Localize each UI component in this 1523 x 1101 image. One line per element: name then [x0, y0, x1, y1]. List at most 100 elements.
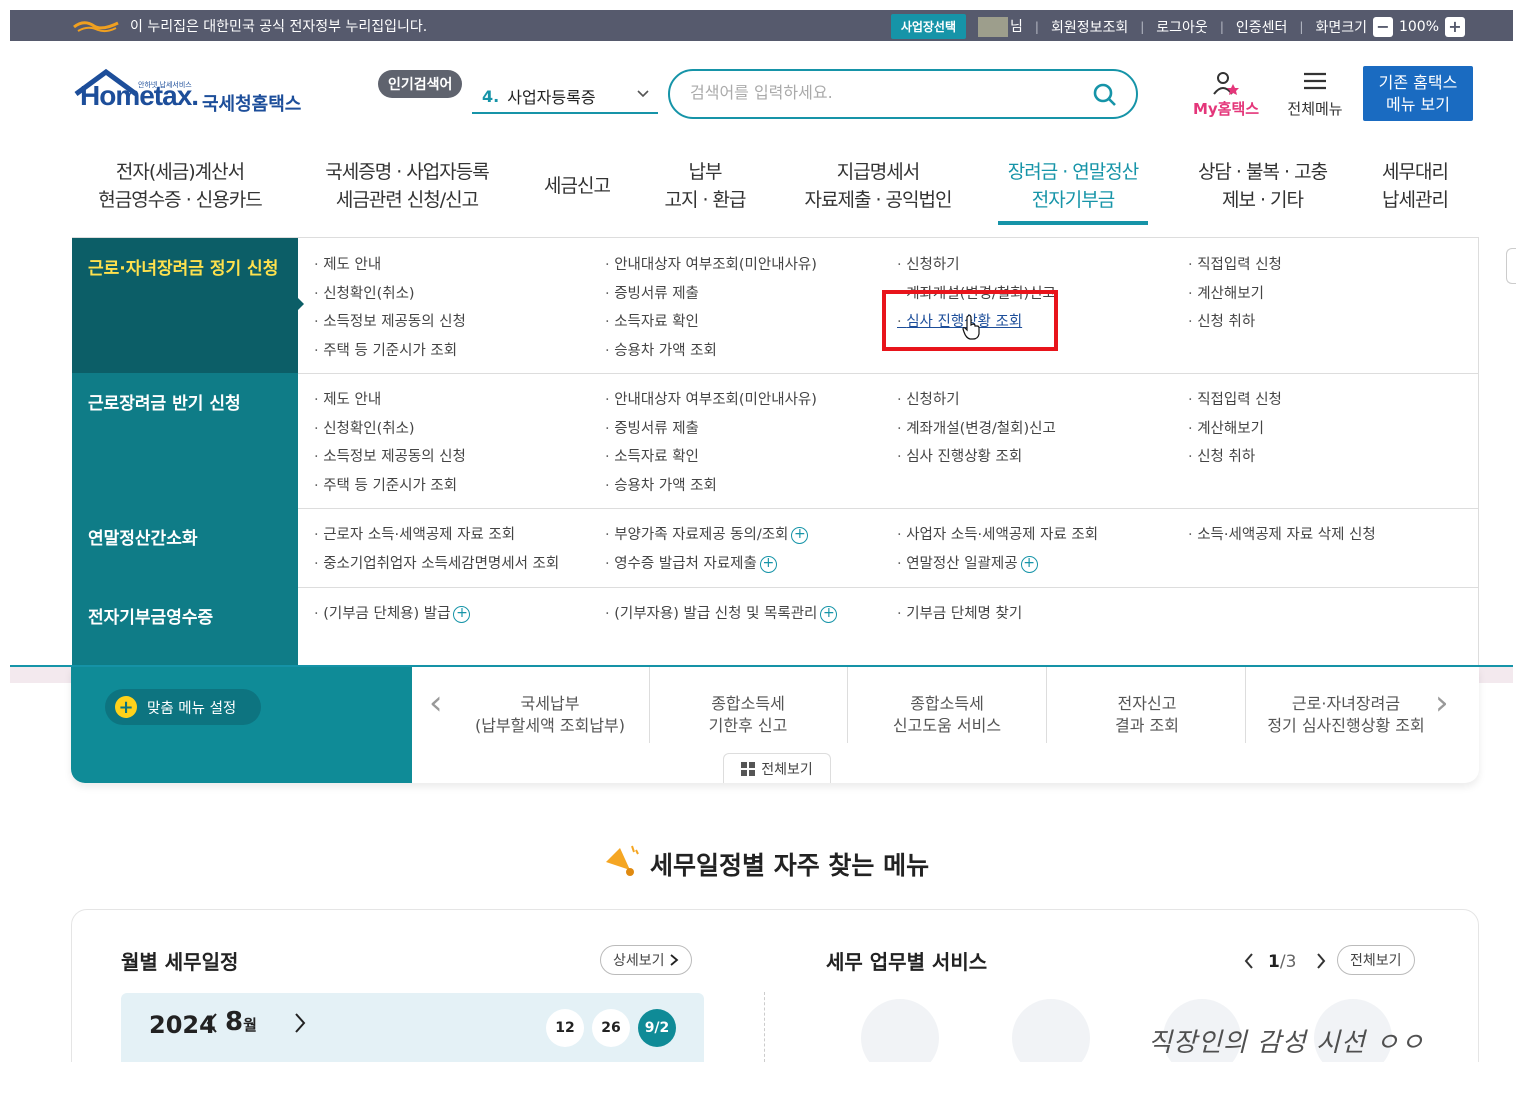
menu-link[interactable]: 연말정산 일괄제공+: [897, 552, 1038, 573]
chevron-right-icon: [670, 954, 679, 966]
menu-link[interactable]: 승용차 가액 조회: [605, 474, 717, 495]
prev-month-icon[interactable]: [205, 1011, 219, 1039]
menu-link[interactable]: 심사 진행상황 조회: [897, 445, 1022, 466]
side-scroll-tab[interactable]: [1506, 248, 1516, 284]
menu-link[interactable]: 근로자 소득·세액공제 자료 조회: [314, 523, 515, 544]
menu-link[interactable]: 계산해보기: [1188, 282, 1264, 303]
menu-link[interactable]: 신청 취하: [1188, 445, 1255, 466]
user-icon: [1188, 70, 1264, 96]
all-menu-label: 전체메뉴: [1287, 100, 1343, 118]
gov-emblem-icon: [72, 17, 120, 35]
menu-link[interactable]: 신청하기: [897, 388, 959, 409]
menu-link[interactable]: 소득자료 확인: [605, 310, 699, 331]
business-select-button[interactable]: 사업장선택: [890, 14, 967, 39]
menu-link[interactable]: 부양가족 자료제공 동의/조회+: [605, 523, 809, 544]
nav-payment[interactable]: 납부 고지 · 환급: [650, 158, 760, 214]
screen-size-control: 화면크기 − 100% +: [1315, 16, 1465, 37]
quick-item[interactable]: 종합소득세 신고도움 서비스: [848, 693, 1046, 737]
popular-search-select[interactable]: 4. 사업자등록증: [472, 80, 658, 114]
prev-page-icon[interactable]: [1243, 952, 1255, 974]
menu-link[interactable]: 소득정보 제공동의 신청: [314, 310, 466, 331]
menu-link[interactable]: 안내대상자 여부조회(미안내사유): [605, 253, 817, 274]
next-month-icon[interactable]: [293, 1011, 307, 1039]
menu-link[interactable]: 소득정보 제공동의 신청: [314, 445, 466, 466]
menu-link[interactable]: 증빙서류 제출: [605, 282, 699, 303]
menu-link[interactable]: 소득자료 확인: [605, 445, 699, 466]
menu-link[interactable]: 기부금 단체명 찾기: [897, 602, 1022, 623]
user-name: 님: [978, 16, 1023, 37]
menu-link[interactable]: 중소기업취업자 소득세감면명세서 조회: [314, 552, 559, 573]
category-donation-receipt[interactable]: 전자기부금영수증: [72, 587, 298, 667]
zoom-level: 100%: [1398, 18, 1439, 35]
logout-link[interactable]: 로그아웃: [1156, 17, 1208, 37]
menu-link[interactable]: 직접입력 신청: [1188, 253, 1282, 274]
monthly-schedule-title: 월별 세무일정: [121, 950, 239, 974]
hometax-logo[interactable]: 안하넷 납세서비스 Hometax. 국세청홈택스: [72, 66, 312, 126]
menu-link[interactable]: 신청 취하: [1188, 310, 1255, 331]
expand-plus-icon[interactable]: +: [1020, 555, 1038, 573]
service-view-all-button[interactable]: 전체보기: [1337, 945, 1415, 975]
search-icon[interactable]: [1092, 82, 1118, 112]
category-half-incentive[interactable]: 근로장려금 반기 신청: [72, 373, 298, 508]
main-nav: 전자(세금)계산서 현금영수증 · 신용카드 국세증명 · 사업자등록 세금관련 신…: [80, 150, 1480, 236]
menu-link[interactable]: 사업자 소득·세액공제 자료 조회: [897, 523, 1098, 544]
detail-view-button[interactable]: 상세보기: [600, 945, 692, 975]
nav-certificate[interactable]: 국세증명 · 사업자등록 세금관련 신청/신고: [302, 158, 512, 214]
menu-link[interactable]: 신청확인(취소): [314, 417, 414, 438]
calendar-month: 8월: [225, 1007, 257, 1037]
schedule-day[interactable]: 12: [546, 1009, 584, 1047]
old-hometax-menu-button[interactable]: 기존 홈택스 메뉴 보기: [1363, 66, 1473, 121]
menu-link[interactable]: 신청하기: [897, 253, 959, 274]
menu-link[interactable]: 주택 등 기준시가 조회: [314, 474, 457, 495]
category-regular-incentive[interactable]: 근로·자녀장려금 정기 신청: [72, 238, 298, 373]
zoom-out-button[interactable]: −: [1372, 16, 1393, 37]
quick-item[interactable]: 종합소득세 기한후 신고: [649, 693, 847, 737]
menu-link[interactable]: 계좌개설(변경/철회)신고: [897, 417, 1056, 438]
nav-consult[interactable]: 상담 · 불복 · 고충 제보 · 기타: [1180, 158, 1345, 214]
all-menu-button[interactable]: 전체메뉴: [1280, 70, 1350, 119]
menu-link[interactable]: 신청확인(취소): [314, 282, 414, 303]
logo-korean: 국세청홈택스: [202, 94, 302, 115]
popular-rank: 4.: [482, 86, 500, 106]
quick-item[interactable]: 근로·자녀장려금 정기 심사진행상황 조회: [1247, 693, 1445, 737]
cert-center-link[interactable]: 인증센터: [1236, 17, 1288, 37]
service-pager: 1/3: [1268, 952, 1297, 972]
next-page-icon[interactable]: [1315, 952, 1327, 974]
menu-link[interactable]: 승용차 가액 조회: [605, 339, 717, 360]
expand-plus-icon[interactable]: +: [791, 526, 809, 544]
menu-link[interactable]: 주택 등 기준시가 조회: [314, 339, 457, 360]
month-calendar: 2024 8월 12 26 9/2: [121, 993, 704, 1063]
my-hometax-label: My홈택스: [1192, 100, 1260, 118]
my-hometax-button[interactable]: My홈택스: [1188, 70, 1264, 119]
menu-link[interactable]: (기부금 단체용) 발급+: [314, 602, 471, 623]
expand-plus-icon[interactable]: +: [820, 605, 838, 623]
menu-link[interactable]: 영수증 발급처 자료제출+: [605, 552, 777, 573]
zoom-in-button[interactable]: +: [1445, 16, 1465, 37]
nav-incentive[interactable]: 장려금 · 연말정산 전자기부금: [993, 158, 1153, 214]
nav-tax-filing[interactable]: 세금신고: [532, 172, 622, 200]
schedule-day[interactable]: 26: [592, 1009, 630, 1047]
schedule-day-current[interactable]: 9/2: [638, 1009, 676, 1047]
quick-item[interactable]: 전자신고 결과 조회: [1048, 693, 1246, 737]
nav-tax-agent[interactable]: 세무대리 납세관리: [1370, 158, 1460, 214]
quick-prev-arrow[interactable]: ‹: [429, 683, 443, 723]
menu-link[interactable]: 제도 안내: [314, 253, 381, 274]
menu-link[interactable]: 소득·세액공제 자료 삭제 신청: [1188, 523, 1376, 544]
category-year-end[interactable]: 연말정산간소화: [72, 508, 298, 587]
gov-notice-text: 이 누리집은 대한민국 공식 전자정부 누리집입니다.: [130, 19, 428, 35]
nav-einvoice[interactable]: 전자(세금)계산서 현금영수증 · 신용카드: [80, 158, 280, 214]
nav-statement[interactable]: 지급명세서 자료제출 · 공익법인: [788, 158, 968, 214]
menu-link[interactable]: 계산해보기: [1188, 417, 1264, 438]
quick-view-all-button[interactable]: 전체보기: [723, 753, 831, 783]
menu-link[interactable]: 증빙서류 제출: [605, 417, 699, 438]
menu-link[interactable]: 직접입력 신청: [1188, 388, 1282, 409]
menu-link[interactable]: 제도 안내: [314, 388, 381, 409]
menu-link[interactable]: (기부자용) 발급 신청 및 목록관리+: [605, 602, 838, 623]
search-input[interactable]: [690, 83, 1070, 102]
custom-menu-button[interactable]: + 맞춤 메뉴 설정: [105, 689, 261, 725]
quick-item[interactable]: 국세납부 (납부할세액 조회납부): [451, 693, 649, 737]
expand-plus-icon[interactable]: +: [759, 555, 777, 573]
expand-plus-icon[interactable]: +: [453, 605, 471, 623]
menu-link[interactable]: 안내대상자 여부조회(미안내사유): [605, 388, 817, 409]
member-info-link[interactable]: 회원정보조회: [1051, 17, 1128, 37]
